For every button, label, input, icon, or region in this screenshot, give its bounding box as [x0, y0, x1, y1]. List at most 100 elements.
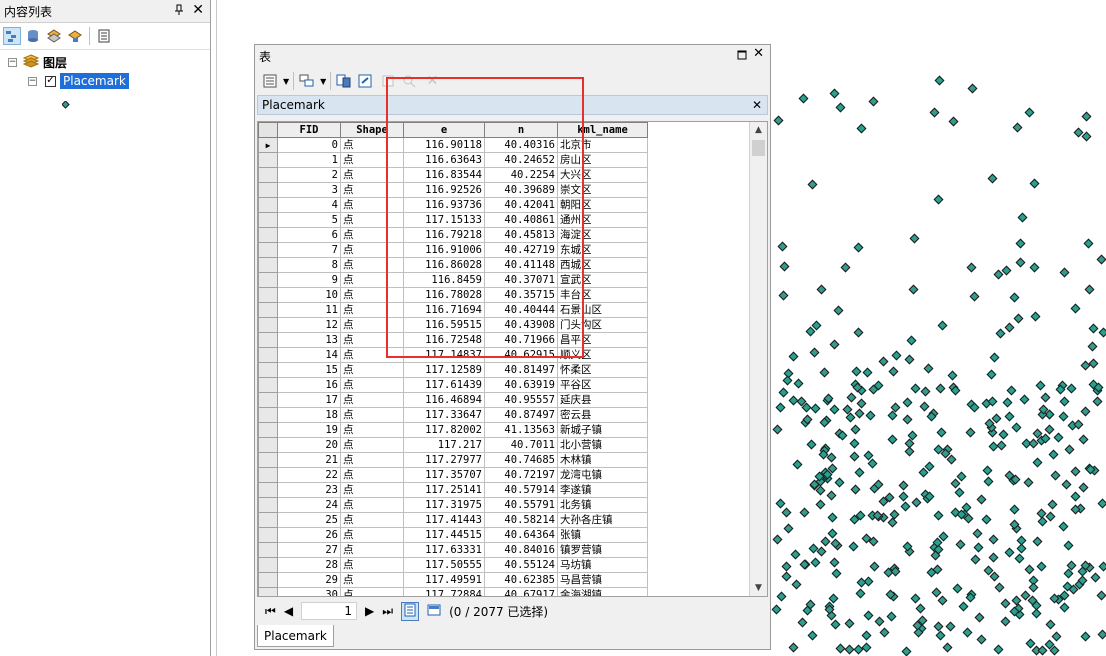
- row-selector[interactable]: [258, 212, 278, 228]
- previous-record-icon[interactable]: ◀: [284, 604, 293, 618]
- cell-n[interactable]: 40.62385: [484, 572, 558, 588]
- row-selector[interactable]: [258, 197, 278, 213]
- row-selector[interactable]: [258, 527, 278, 543]
- cell-fid[interactable]: 18: [277, 407, 341, 423]
- collapse-icon[interactable]: −: [8, 58, 17, 67]
- row-selector[interactable]: [258, 542, 278, 558]
- pin-icon[interactable]: [174, 4, 184, 19]
- close-icon[interactable]: ✕: [192, 3, 204, 19]
- cell-shape[interactable]: 点: [340, 392, 404, 408]
- cell-e[interactable]: 117.25141: [403, 482, 485, 498]
- cell-n[interactable]: 40.58214: [484, 512, 558, 528]
- cell-fid[interactable]: 30: [277, 587, 341, 596]
- cell-fid[interactable]: 6: [277, 227, 341, 243]
- cell-fid[interactable]: 25: [277, 512, 341, 528]
- cell-shape[interactable]: 点: [340, 377, 404, 393]
- row-selector[interactable]: [258, 437, 278, 453]
- cell-fid[interactable]: 14: [277, 347, 341, 363]
- table-row[interactable]: 15 点 117.12589 40.81497 怀柔区: [258, 362, 648, 378]
- row-selector[interactable]: [258, 347, 278, 363]
- cell-fid[interactable]: 2: [277, 167, 341, 183]
- row-selector[interactable]: [258, 467, 278, 483]
- table-row[interactable]: 24 点 117.31975 40.55791 北务镇: [258, 497, 648, 513]
- cell-kml-name[interactable]: 李遂镇: [557, 482, 648, 498]
- cell-fid[interactable]: 8: [277, 257, 341, 273]
- cell-kml-name[interactable]: 张镇: [557, 527, 648, 543]
- cell-shape[interactable]: 点: [340, 362, 404, 378]
- cell-n[interactable]: 40.63919: [484, 377, 558, 393]
- table-row[interactable]: 18 点 117.33647 40.87497 密云县: [258, 407, 648, 423]
- cell-fid[interactable]: 0: [277, 137, 341, 153]
- table-row[interactable]: 19 点 117.82002 41.13563 新城子镇: [258, 422, 648, 438]
- table-row[interactable]: 25 点 117.41443 40.58214 大孙各庄镇: [258, 512, 648, 528]
- table-bottom-tab[interactable]: Placemark: [257, 625, 334, 647]
- tree-group-layers[interactable]: − 图层: [8, 54, 67, 71]
- table-row[interactable]: 23 点 117.25141 40.57914 李遂镇: [258, 482, 648, 498]
- cell-shape[interactable]: 点: [340, 542, 404, 558]
- collapse-icon[interactable]: −: [28, 76, 37, 86]
- row-selector[interactable]: [258, 152, 278, 168]
- list-by-selection-icon[interactable]: [66, 27, 84, 45]
- chevron-down-icon[interactable]: ▼: [320, 77, 326, 86]
- cell-fid[interactable]: 22: [277, 467, 341, 483]
- cell-n[interactable]: 40.95557: [484, 392, 558, 408]
- list-by-source-icon[interactable]: [24, 27, 42, 45]
- table-row[interactable]: 17 点 116.46894 40.95557 延庆县: [258, 392, 648, 408]
- maximize-icon[interactable]: [737, 49, 747, 63]
- cell-kml-name[interactable]: 平谷区: [557, 377, 648, 393]
- row-selector[interactable]: [258, 242, 278, 258]
- cell-shape[interactable]: 点: [340, 422, 404, 438]
- scroll-thumb[interactable]: [752, 140, 765, 156]
- row-selector[interactable]: [258, 302, 278, 318]
- cell-shape[interactable]: 点: [340, 557, 404, 573]
- cell-n[interactable]: 40.74685: [484, 452, 558, 468]
- cell-n[interactable]: 40.57914: [484, 482, 558, 498]
- cell-fid[interactable]: 7: [277, 242, 341, 258]
- first-record-icon[interactable]: ⏮: [265, 604, 276, 619]
- row-selector[interactable]: [258, 362, 278, 378]
- layer-visibility-checkbox[interactable]: ✓: [45, 75, 56, 87]
- table-row[interactable]: 30 点 117.72884 40.67917 金海湖镇: [258, 587, 648, 596]
- row-selector[interactable]: [258, 407, 278, 423]
- table-row[interactable]: 29 点 117.49591 40.62385 马昌营镇: [258, 572, 648, 588]
- cell-fid[interactable]: 15: [277, 362, 341, 378]
- cell-fid[interactable]: 23: [277, 482, 341, 498]
- row-selector[interactable]: [258, 512, 278, 528]
- cell-fid[interactable]: 12: [277, 317, 341, 333]
- cell-e[interactable]: 117.31975: [403, 497, 485, 513]
- show-selected-records-icon[interactable]: [427, 604, 441, 619]
- cell-fid[interactable]: 27: [277, 542, 341, 558]
- cell-fid[interactable]: 16: [277, 377, 341, 393]
- cell-n[interactable]: 40.67917: [484, 587, 558, 596]
- cell-e[interactable]: 117.63331: [403, 542, 485, 558]
- next-record-icon[interactable]: ▶: [365, 604, 374, 618]
- table-row[interactable]: 22 点 117.35707 40.72197 龙湾屯镇: [258, 467, 648, 483]
- cell-fid[interactable]: 10: [277, 287, 341, 303]
- table-row[interactable]: 16 点 117.61439 40.63919 平谷区: [258, 377, 648, 393]
- cell-e[interactable]: 117.72884: [403, 587, 485, 596]
- row-selector[interactable]: [258, 587, 278, 596]
- row-selector[interactable]: ▶: [258, 137, 278, 153]
- row-selector[interactable]: [258, 557, 278, 573]
- cell-kml-name[interactable]: 马坊镇: [557, 557, 648, 573]
- cell-fid[interactable]: 4: [277, 197, 341, 213]
- cell-kml-name[interactable]: 马昌营镇: [557, 572, 648, 588]
- cell-shape[interactable]: 点: [340, 512, 404, 528]
- cell-n[interactable]: 40.81497: [484, 362, 558, 378]
- cell-e[interactable]: 117.35707: [403, 467, 485, 483]
- switch-selection-icon[interactable]: [357, 72, 375, 90]
- row-selector[interactable]: [258, 497, 278, 513]
- cell-n[interactable]: 40.64364: [484, 527, 558, 543]
- row-selector[interactable]: [258, 332, 278, 348]
- row-selector[interactable]: [258, 272, 278, 288]
- cell-shape[interactable]: 点: [340, 527, 404, 543]
- cell-e[interactable]: 117.82002: [403, 422, 485, 438]
- options-icon[interactable]: [95, 27, 113, 45]
- cell-fid[interactable]: 13: [277, 332, 341, 348]
- cell-e[interactable]: 117.33647: [403, 407, 485, 423]
- cell-kml-name[interactable]: 北小营镇: [557, 437, 648, 453]
- cell-kml-name[interactable]: 北务镇: [557, 497, 648, 513]
- cell-n[interactable]: 40.87497: [484, 407, 558, 423]
- cell-fid[interactable]: 5: [277, 212, 341, 228]
- cell-fid[interactable]: 1: [277, 152, 341, 168]
